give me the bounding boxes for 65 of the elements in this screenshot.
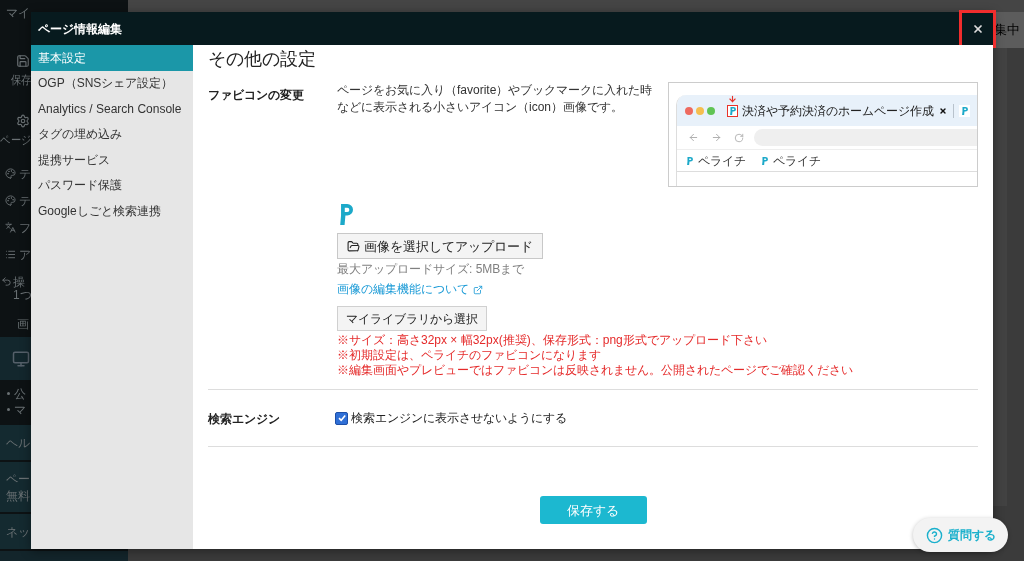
section-heading: その他の設定 [208, 48, 317, 70]
note-text: ※サイズ：高さ32px × 幅32px(推奨)、保存形式：png形式でアップロード下さい [337, 333, 767, 348]
close-icon [971, 22, 984, 35]
settings-icon [16, 113, 30, 128]
external-link-icon [473, 284, 483, 295]
palette-icon [5, 195, 16, 206]
help-link[interactable]: 画像の編集機能について [337, 282, 483, 297]
list-icon [5, 249, 16, 260]
save-button[interactable]: 保存する [539, 496, 647, 524]
setting-label: 検索エンジン [208, 412, 280, 426]
close-icon [939, 106, 947, 115]
undo-button[interactable]: 操 1つ [0, 268, 31, 310]
tool-button[interactable]: フ [0, 214, 31, 241]
help-button[interactable]: 質問する [913, 518, 1008, 552]
setting-label: ファビコンの変更 [208, 88, 304, 102]
favicon-icon [959, 104, 970, 117]
tool-button[interactable]: ア [0, 241, 31, 268]
sidebar-item[interactable]: タグの埋め込み [31, 121, 193, 147]
sidebar-item[interactable]: OGP（SNSシェア設定） [31, 70, 193, 96]
section-title: ネッ [6, 524, 30, 539]
modal-title: ページ情報編集 [38, 21, 122, 36]
page-link[interactable]: マ [14, 402, 26, 417]
bookmark-favicon-icon [687, 156, 693, 165]
note-text: ※初期設定は、ペライチのファビコンになります [337, 348, 601, 363]
favicon-icon [727, 104, 738, 117]
page-link[interactable]: 公 [14, 386, 26, 401]
tool-button[interactable]: テ [0, 160, 31, 187]
sidebar-item[interactable]: 提携サービス [31, 147, 193, 173]
back-arrow-icon [688, 132, 699, 143]
tab-title: 決済や予約決済のホームページ作成 [742, 103, 934, 118]
description-text: ページをお気に入り（favorite）やブックマークに入れた時などに表示される小さいアイコン（icon）画像です。 [337, 82, 654, 116]
library-button[interactable]: マイライブラリから選択 [337, 306, 487, 331]
bookmark-label: ペライチ [698, 153, 746, 168]
note-text: ※編集画面やプレビューではファビコンは反映されません。公開されたページでご確認ください [337, 363, 853, 378]
section-title: ペー [6, 471, 30, 486]
bookmark-favicon-icon [762, 156, 768, 165]
help-icon [925, 526, 943, 544]
bullet-icon [7, 392, 10, 395]
forward-arrow-icon [711, 132, 722, 143]
monitor-icon [12, 349, 30, 368]
bookmark-label: ペライチ [773, 153, 821, 168]
upload-button[interactable]: 画像を選択してアップロード [337, 233, 543, 259]
sidebar-item[interactable]: 基本設定 [31, 45, 193, 71]
tool-button[interactable]: ページ [0, 100, 31, 160]
checkbox-label[interactable]: 検索エンジンに表示させないようにする [351, 410, 567, 426]
reload-icon [734, 132, 744, 143]
checkbox[interactable] [335, 411, 348, 425]
upload-hint: 最大アップロードサイズ: 5MBまで [337, 262, 525, 277]
sidebar-item[interactable]: パスワード保護 [31, 172, 193, 198]
section-title: 無料 [6, 488, 30, 503]
sidebar-item[interactable]: Googleしごと検索連携 [31, 198, 193, 224]
tool-button[interactable]: 保存 [0, 40, 31, 100]
save-icon [16, 53, 30, 68]
logo-icon [340, 204, 353, 225]
menu-title: マイ [6, 6, 30, 20]
language-icon [5, 222, 16, 233]
folder-icon [347, 239, 360, 253]
undo-icon [1, 276, 12, 287]
tool-button[interactable]: テ [0, 187, 31, 214]
sidebar-item[interactable]: Analytics / Search Console [31, 96, 193, 122]
palette-icon [5, 168, 16, 179]
section-title: ヘル [6, 435, 30, 450]
view-label: 画 [17, 316, 29, 331]
bullet-icon [7, 408, 10, 411]
down-arrow-icon [728, 95, 737, 104]
